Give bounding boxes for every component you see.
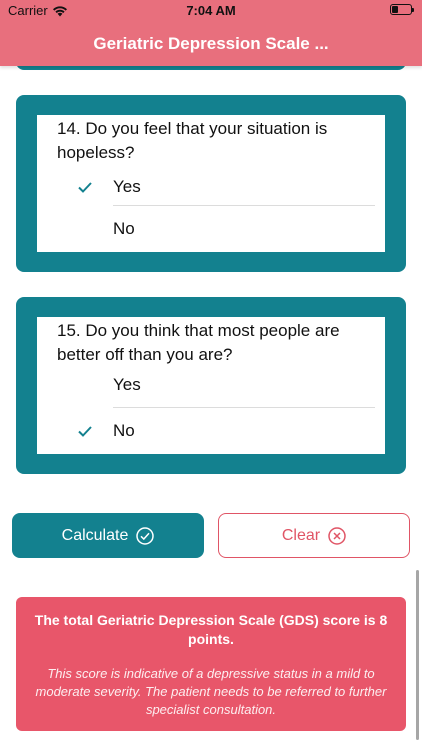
battery-icon xyxy=(390,4,414,15)
question-card-body: 14. Do you feel that your situation is h… xyxy=(37,115,385,252)
option-label: Yes xyxy=(113,177,141,196)
result-description: This score is indicative of a depressive… xyxy=(35,666,387,717)
question-text: 14. Do you feel that your situation is h… xyxy=(57,119,328,162)
option-no[interactable]: No xyxy=(37,409,375,453)
question-card-15: 15. Do you think that most people are be… xyxy=(16,297,406,474)
option-label: No xyxy=(113,219,135,238)
result-score: The total Geriatric Depression Scale (GD… xyxy=(34,612,388,647)
screen: Carrier 7:04 AM Geriatric Depression Sca… xyxy=(0,0,422,750)
question-card-14: 14. Do you feel that your situation is h… xyxy=(16,95,406,272)
option-yes[interactable]: Yes xyxy=(37,165,375,209)
option-label: No xyxy=(113,421,135,440)
clear-button[interactable]: Clear xyxy=(218,513,410,558)
checkmark-icon xyxy=(78,426,92,437)
page-title: Geriatric Depression Scale ... xyxy=(93,34,329,53)
question-card-body: 15. Do you think that most people are be… xyxy=(37,317,385,454)
divider xyxy=(113,407,375,408)
result-box: The total Geriatric Depression Scale (GD… xyxy=(16,597,406,731)
check-circle-icon xyxy=(136,526,155,545)
option-yes[interactable]: Yes xyxy=(37,363,375,407)
status-time: 7:04 AM xyxy=(186,3,236,18)
calculate-button[interactable]: Calculate xyxy=(12,513,204,558)
question-text: 15. Do you think that most people are be… xyxy=(57,321,340,364)
option-label: Yes xyxy=(113,375,141,394)
close-circle-icon xyxy=(328,526,346,545)
calculate-button-label: Calculate xyxy=(61,526,129,544)
divider xyxy=(113,205,375,206)
navigation-bar: Carrier 7:04 AM Geriatric Depression Sca… xyxy=(0,0,422,66)
option-no[interactable]: No xyxy=(37,207,375,251)
checkmark-icon xyxy=(78,182,92,193)
scrollbar[interactable] xyxy=(416,570,419,740)
clear-button-label: Clear xyxy=(281,526,321,544)
status-bar: Carrier 7:04 AM xyxy=(0,0,422,22)
